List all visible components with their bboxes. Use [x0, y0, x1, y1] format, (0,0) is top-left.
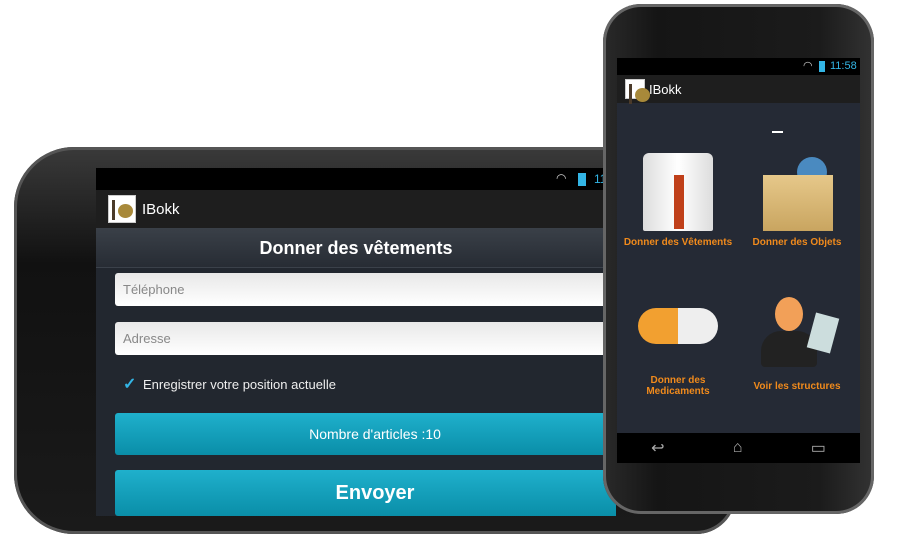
tile-structures[interactable]: Voir les structures: [737, 293, 857, 392]
pill-icon: [638, 308, 718, 344]
phone-input[interactable]: Téléphone: [115, 273, 616, 306]
tile-objets[interactable]: Donner des Objets: [737, 153, 857, 248]
send-button[interactable]: Envoyer: [115, 470, 616, 516]
status-bar: ◠ 11:58: [617, 58, 860, 75]
action-bar: IBokk: [96, 190, 616, 228]
home-icon[interactable]: ⌂: [733, 439, 743, 457]
tile-label: Donner des Vêtements: [623, 237, 733, 248]
businessman-icon: [757, 293, 840, 369]
app-title: IBokk: [142, 200, 180, 218]
landscape-screen: ◠ 11:58 IBokk Donner des vêtements Télép…: [96, 168, 616, 516]
wifi-icon: ◠: [803, 60, 813, 72]
tile-label: Donner des Medicaments: [646, 375, 710, 397]
recent-apps-icon[interactable]: ▭: [811, 438, 826, 458]
battery-icon: [819, 61, 825, 72]
status-time: 11:58: [830, 60, 857, 72]
tile-medicaments[interactable]: Donner des Medicaments: [618, 308, 738, 397]
tile-label: Donner des Objets: [752, 237, 842, 248]
wifi-icon: ◠: [556, 171, 567, 185]
articles-count-button[interactable]: Nombre d'articles :10: [115, 413, 616, 455]
status-bar: ◠ 11:58: [96, 168, 616, 190]
box-icon: [761, 153, 833, 231]
indicator: [772, 131, 783, 133]
battery-icon: [578, 173, 586, 186]
checkbox-label[interactable]: Enregistrer votre position actuelle: [143, 377, 336, 392]
action-bar: IBokk: [617, 75, 860, 104]
tile-vetements[interactable]: Donner des Vêtements: [618, 153, 738, 248]
portrait-screen: ◠ 11:58 IBokk Donner des Vêtements Donne…: [617, 58, 860, 463]
shirt-icon: [643, 153, 713, 231]
page-title: Donner des vêtements: [96, 228, 616, 268]
app-title: IBokk: [649, 81, 682, 97]
address-input[interactable]: Adresse: [115, 322, 616, 355]
back-icon[interactable]: ↩: [651, 438, 664, 458]
tile-label: Voir les structures: [753, 381, 841, 392]
checkbox-checked[interactable]: ✓: [123, 374, 136, 394]
app-logo-icon: [108, 195, 136, 223]
app-logo-icon: [625, 79, 650, 104]
navigation-bar: ↩ ⌂ ▭: [617, 433, 860, 463]
